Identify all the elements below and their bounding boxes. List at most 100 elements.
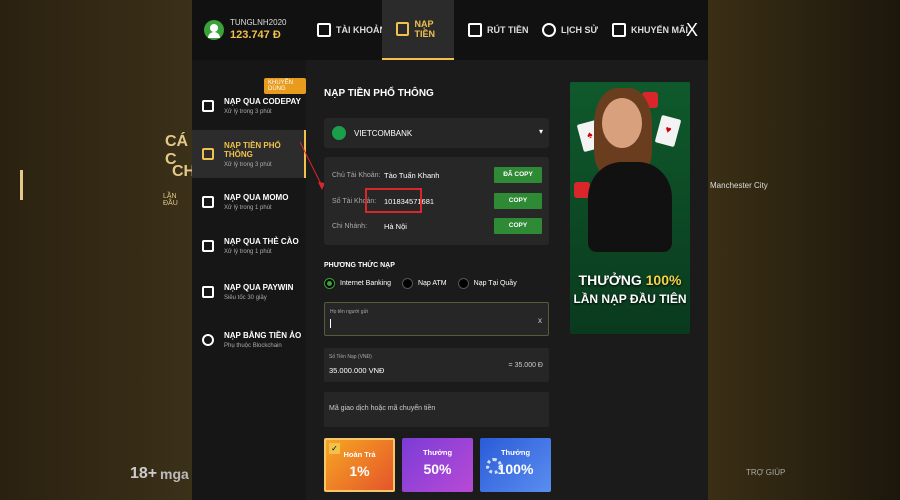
tab-label: RÚT TIỀN bbox=[487, 25, 529, 35]
page-title: NẠP TIỀN PHỔ THÔNG bbox=[324, 88, 434, 99]
sidebar-item-title: NẠP QUA PAYWIN bbox=[224, 283, 294, 292]
balance: 123.747 Đ bbox=[230, 29, 281, 41]
reference-field[interactable]: Mã giao dịch hoặc mã chuyển tiền bbox=[324, 392, 549, 427]
card-icon bbox=[202, 240, 214, 252]
deposit-form: NẠP TIỀN PHỔ THÔNG VIETCOMBANK ▾ Chủ Tài… bbox=[316, 60, 552, 500]
sidebar-item-standard[interactable]: NẠP TIỀN PHỔ THÔNG Xử lý trong 3 phút bbox=[192, 130, 306, 178]
bank-account-info: Chủ Tài Khoản: Tào Tuấn Khanh ĐÃ COPY Số T… bbox=[324, 157, 549, 245]
model-dress bbox=[588, 162, 672, 252]
tab-label: TÀI KHOẢN bbox=[336, 25, 386, 35]
deposit-methods-sidebar: KHUYÊN DÙNG NẠP QUA CODEPAY Xử lý trong 3… bbox=[192, 60, 306, 500]
account-icon bbox=[317, 23, 331, 37]
momo-icon bbox=[202, 196, 214, 208]
sidebar-item-momo[interactable]: NẠP QUA MOMO Xử lý trong 1 phút bbox=[192, 178, 306, 226]
sidebar-item-title: NẠP QUA CODEPAY bbox=[224, 97, 301, 106]
branch-label: Chi Nhánh: bbox=[332, 222, 368, 230]
promo-bonus-50[interactable]: Thưởng 50% bbox=[402, 438, 473, 492]
bank-select[interactable]: VIETCOMBANK ▾ bbox=[324, 118, 549, 148]
copy-branch-button[interactable]: COPY bbox=[494, 218, 542, 234]
background-text: Manchester City bbox=[710, 181, 768, 190]
banner-subline: LẦN NẠP ĐẦU TIÊN bbox=[573, 292, 687, 306]
close-icon[interactable]: X bbox=[686, 20, 698, 41]
crypto-icon bbox=[202, 334, 214, 346]
sidebar-item-scratch-card[interactable]: NẠP QUA THẺ CÀO Xử lý trong 1 phút bbox=[192, 222, 306, 270]
amount-value: 35.000.000 VNĐ bbox=[329, 366, 385, 375]
account-label: Số Tài Khoản: bbox=[332, 197, 377, 205]
sidebar-item-sub: Xử lý trong 3 phút bbox=[224, 109, 272, 115]
copied-owner-button[interactable]: ĐÃ COPY bbox=[494, 167, 542, 183]
sidebar-item-sub: Xử lý trong 1 phút bbox=[224, 205, 272, 211]
sidebar-item-sub: Xử lý trong 3 phút bbox=[224, 161, 272, 168]
tab-history[interactable]: LỊCH SỬ bbox=[542, 0, 598, 60]
amount-field[interactable]: Số Tiền Nạp (VNĐ) 35.000.000 VNĐ = 35.00… bbox=[324, 348, 549, 382]
tab-withdraw[interactable]: RÚT TIỀN bbox=[468, 0, 529, 60]
sidebar-item-title: NẠP BẰNG TIỀN ẢO bbox=[224, 331, 302, 340]
reference-placeholder: Mã giao dịch hoặc mã chuyển tiền bbox=[329, 405, 436, 412]
sidebar-item-crypto[interactable]: NẠP BẰNG TIỀN ẢO Phụ thuộc Blockchain bbox=[192, 316, 306, 364]
owner-value: Tào Tuấn Khanh bbox=[384, 170, 440, 180]
tab-label: KHUYẾN MÃI bbox=[631, 25, 689, 35]
owner-label: Chủ Tài Khoản: bbox=[332, 171, 381, 179]
promo-options: ✓ Hoàn Trả 1% Thưởng 50% Thưởng 100% bbox=[324, 438, 558, 492]
chevron-down-icon: ▾ bbox=[538, 127, 543, 136]
deposit-icon bbox=[396, 22, 410, 36]
background-marker bbox=[20, 170, 23, 200]
method-counter[interactable]: Nạp Tại Quầy bbox=[457, 278, 517, 289]
check-icon: ✓ bbox=[329, 443, 340, 454]
codepay-icon bbox=[202, 100, 214, 112]
sidebar-item-paywin[interactable]: NẠP QUA PAYWIN Siêu tốc 30 giây bbox=[192, 268, 306, 316]
tab-promotions[interactable]: KHUYẾN MÃI bbox=[612, 0, 688, 60]
promo-label: Thưởng bbox=[422, 448, 453, 457]
background-right-panel: Manchester City TRỢ GIÚP bbox=[708, 0, 900, 500]
branch-value: Hà Nội bbox=[384, 221, 407, 231]
playing-card-icon: ♥ bbox=[654, 114, 682, 148]
tab-account[interactable]: TÀI KHOẢN bbox=[317, 0, 386, 60]
bank-name: VIETCOMBANK bbox=[354, 128, 413, 138]
method-title: PHƯƠNG THỨC NẠP bbox=[324, 262, 395, 269]
bank-icon bbox=[202, 148, 214, 160]
method-label: Nạp ATM bbox=[417, 280, 447, 287]
promo-label: Thưởng bbox=[500, 448, 531, 457]
clear-icon[interactable]: x bbox=[538, 316, 542, 325]
method-atm[interactable]: Nạp ATM bbox=[401, 278, 447, 289]
background-footer-text: mga bbox=[160, 466, 189, 482]
sender-name-field[interactable]: Họ tên người gửi x bbox=[324, 302, 549, 336]
background-footer-text: TRỢ GIÚP bbox=[746, 468, 786, 477]
radio-icon bbox=[457, 278, 469, 289]
paywin-icon bbox=[202, 286, 214, 298]
radio-icon bbox=[401, 278, 413, 289]
amount-label: Số Tiền Nạp (VNĐ) bbox=[329, 354, 372, 360]
method-label: Nạp Tại Quầy bbox=[473, 280, 517, 287]
banner-text: THƯỞNG bbox=[578, 272, 646, 288]
vietcombank-icon bbox=[332, 126, 346, 140]
sidebar-item-sub: Phụ thuộc Blockchain bbox=[224, 343, 282, 349]
withdraw-icon bbox=[468, 23, 482, 37]
radio-selected-icon bbox=[324, 278, 335, 289]
gear-icon bbox=[486, 458, 502, 474]
model-face bbox=[602, 98, 642, 148]
promo-value: 1% bbox=[349, 463, 370, 479]
sidebar-item-sub: Xử lý trong 1 phút bbox=[224, 249, 272, 255]
copy-account-button[interactable]: COPY bbox=[494, 193, 542, 209]
sidebar-item-codepay[interactable]: NẠP QUA CODEPAY Xử lý trong 3 phút bbox=[192, 82, 306, 130]
background-left-panel: CÁ C CHO LẦN ĐẦU 18+ mga bbox=[0, 0, 208, 500]
sidebar-item-title: NẠP QUA MOMO bbox=[224, 193, 289, 202]
avatar bbox=[204, 19, 224, 40]
text-cursor bbox=[330, 319, 331, 328]
background-text: LẦN ĐẦU bbox=[163, 193, 178, 207]
amount-converted: = 35.000 Đ bbox=[508, 362, 543, 369]
background-footer-text: 18+ bbox=[130, 465, 158, 482]
tab-label: NẠP TIỀN bbox=[414, 19, 435, 39]
sender-name-label: Họ tên người gửi bbox=[330, 309, 369, 315]
promo-value: 50% bbox=[423, 461, 452, 477]
method-radio-group: Internet Banking Nạp ATM Nạp Tại Quầy bbox=[324, 278, 528, 289]
promo-banner[interactable]: ♠ ♥ THƯỞNG 100% LẦN NẠP ĐẦU TIÊN bbox=[570, 82, 690, 334]
sidebar-item-title: NẠP QUA THẺ CÀO bbox=[224, 237, 299, 246]
deposit-modal: TUNGLNH2020 123.747 Đ TÀI KHOẢN NẠP TIỀN… bbox=[192, 0, 708, 500]
method-internet-banking[interactable]: Internet Banking bbox=[324, 278, 391, 289]
user-info: TUNGLNH2020 123.747 Đ bbox=[204, 18, 286, 41]
promo-bonus-100[interactable]: Thưởng 100% bbox=[480, 438, 551, 492]
tab-deposit[interactable]: NẠP TIỀN bbox=[382, 0, 454, 60]
promo-refund[interactable]: ✓ Hoàn Trả 1% bbox=[324, 438, 395, 492]
username: TUNGLNH2020 bbox=[230, 18, 287, 27]
